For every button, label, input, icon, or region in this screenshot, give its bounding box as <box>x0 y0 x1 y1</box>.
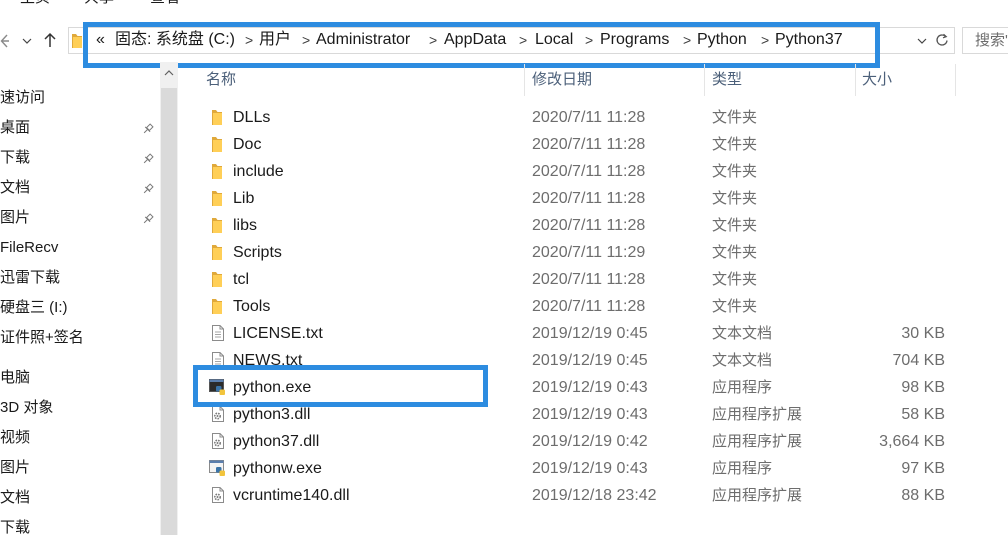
file-name: python37.dll <box>233 433 320 450</box>
file-row[interactable]: Lib 2020/7/11 11:28 文件夹 <box>180 185 955 212</box>
file-name: tcl <box>233 271 249 288</box>
file-row[interactable]: Doc 2020/7/11 11:28 文件夹 <box>180 131 955 158</box>
file-size: 30 KB <box>901 325 945 342</box>
file-size: 704 KB <box>892 352 945 369</box>
file-type: 文件夹 <box>712 244 758 261</box>
file-highlight-box <box>193 365 488 407</box>
folder-icon <box>209 189 227 207</box>
text-file-icon <box>209 324 227 342</box>
file-size: 98 KB <box>901 379 945 396</box>
file-name: Scripts <box>233 244 282 261</box>
file-type: 文件夹 <box>712 163 758 180</box>
file-modified: 2019/12/18 23:42 <box>532 487 657 504</box>
file-modified: 2019/12/19 0:43 <box>532 406 648 423</box>
file-type: 文件夹 <box>712 217 758 234</box>
file-type: 文件夹 <box>712 298 758 315</box>
file-size: 58 KB <box>901 406 945 423</box>
file-name: libs <box>233 217 258 234</box>
file-name: pythonw.exe <box>233 460 322 477</box>
file-modified: 2020/7/11 11:28 <box>532 136 646 153</box>
folder-icon <box>209 108 227 126</box>
folder-icon <box>209 162 227 180</box>
file-name: Lib <box>233 190 255 207</box>
file-type: 应用程序扩展 <box>712 406 803 423</box>
file-type: 应用程序 <box>712 460 773 477</box>
folder-icon <box>209 297 227 315</box>
file-name: Doc <box>233 136 262 153</box>
file-size: 88 KB <box>901 487 945 504</box>
file-type: 文件夹 <box>712 136 758 153</box>
file-modified: 2020/7/11 11:28 <box>532 217 646 234</box>
file-name: include <box>233 163 284 180</box>
file-size: 97 KB <box>901 460 945 477</box>
file-modified: 2019/12/19 0:43 <box>532 379 648 396</box>
file-modified: 2019/12/19 0:45 <box>532 352 648 369</box>
file-row[interactable]: python37.dll 2019/12/19 0:42 应用程序扩展 3,664 K… <box>180 428 955 455</box>
file-row[interactable]: libs 2020/7/11 11:28 文件夹 <box>180 212 955 239</box>
file-type: 文本文档 <box>712 325 773 342</box>
file-row[interactable]: Tools 2020/7/11 11:28 文件夹 <box>180 293 955 320</box>
file-type: 应用程序扩展 <box>712 433 803 450</box>
file-modified: 2020/7/11 11:29 <box>532 244 646 261</box>
file-list: DLLs 2020/7/11 11:28 文件夹 Doc 2020/7/11 11:28… <box>0 0 1008 535</box>
file-row[interactable]: DLLs 2020/7/11 11:28 文件夹 <box>180 104 955 131</box>
file-type: 应用程序 <box>712 379 773 396</box>
file-type: 应用程序扩展 <box>712 487 803 504</box>
file-modified: 2020/7/11 11:28 <box>532 298 646 315</box>
file-row[interactable]: LICENSE.txt 2019/12/19 0:45 文本文档 30 KB <box>180 320 955 347</box>
file-modified: 2020/7/11 11:28 <box>532 109 646 126</box>
folder-icon <box>209 216 227 234</box>
file-type: 文件夹 <box>712 109 758 126</box>
file-modified: 2020/7/11 11:28 <box>532 271 646 288</box>
file-modified: 2019/12/19 0:43 <box>532 460 648 477</box>
file-type: 文件夹 <box>712 271 758 288</box>
file-modified: 2020/7/11 11:28 <box>532 163 646 180</box>
file-size: 3,664 KB <box>879 433 945 450</box>
file-modified: 2019/12/19 0:42 <box>532 433 648 450</box>
file-row[interactable]: vcruntime140.dll 2019/12/18 23:42 应用程序扩展 88… <box>180 482 955 509</box>
file-type: 文本文档 <box>712 352 773 369</box>
file-modified: 2020/7/11 11:28 <box>532 190 646 207</box>
file-row[interactable]: pythonw.exe 2019/12/19 0:43 应用程序 97 KB <box>180 455 955 482</box>
file-row[interactable]: Scripts 2020/7/11 11:29 文件夹 <box>180 239 955 266</box>
folder-icon <box>209 270 227 288</box>
pythonw-exe-icon <box>209 459 227 477</box>
dll-file-icon <box>209 405 227 423</box>
file-name: vcruntime140.dll <box>233 487 350 504</box>
dll-file-icon <box>209 432 227 450</box>
file-type: 文件夹 <box>712 190 758 207</box>
folder-icon <box>209 243 227 261</box>
file-row[interactable]: include 2020/7/11 11:28 文件夹 <box>180 158 955 185</box>
file-modified: 2019/12/19 0:45 <box>532 325 648 342</box>
dll-file-icon <box>209 486 227 504</box>
file-name: Tools <box>233 298 271 315</box>
folder-icon <box>209 135 227 153</box>
file-row[interactable]: tcl 2020/7/11 11:28 文件夹 <box>180 266 955 293</box>
file-name: LICENSE.txt <box>233 325 323 342</box>
file-name: DLLs <box>233 109 271 126</box>
